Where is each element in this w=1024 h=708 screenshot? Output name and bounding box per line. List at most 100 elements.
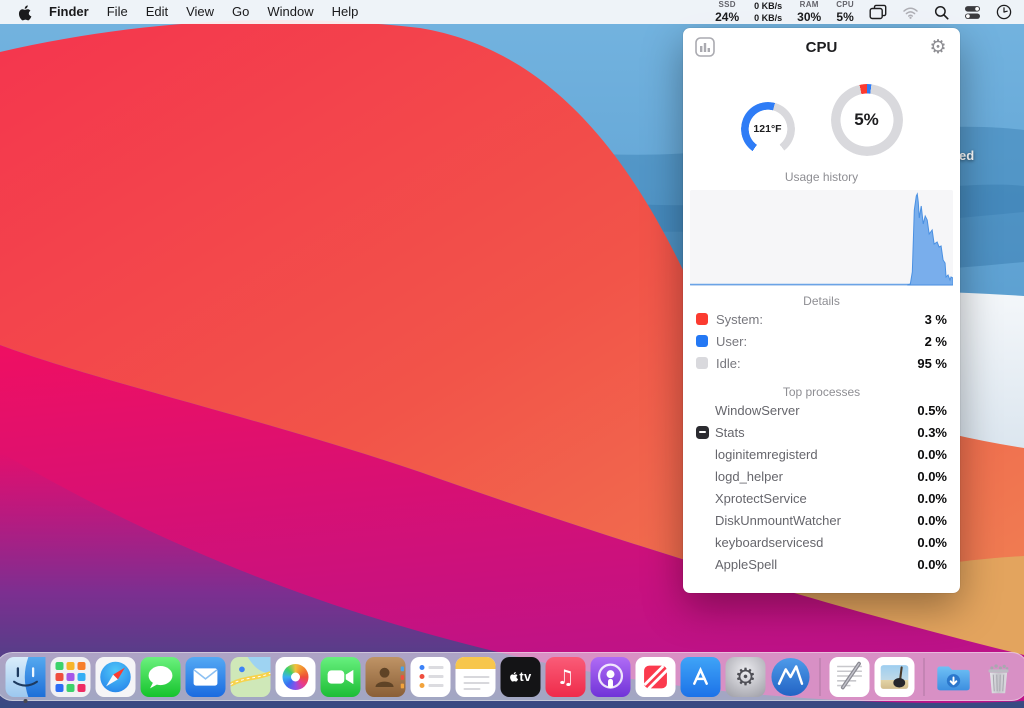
control-center-icon[interactable]	[964, 5, 981, 20]
menu-edit[interactable]: Edit	[137, 0, 177, 24]
dock-safari-icon[interactable]	[96, 657, 136, 697]
system-value: 3 %	[925, 312, 947, 327]
process-value: 0.0%	[917, 557, 947, 572]
process-name: Stats	[715, 425, 745, 440]
dock-maps-icon[interactable]	[231, 657, 271, 697]
ram-label: RAM	[800, 1, 819, 9]
process-row: keyboardservicesd 0.0%	[683, 531, 960, 553]
dock-music-icon[interactable]: ♫	[546, 657, 586, 697]
gauges-row: 121°F 5%	[683, 82, 960, 156]
cpu-value: 5%	[836, 11, 853, 23]
process-name: keyboardservicesd	[715, 535, 823, 550]
system-color-swatch	[696, 313, 708, 325]
user-color-swatch	[696, 335, 708, 347]
process-row: WindowServer 0.5%	[683, 399, 960, 421]
process-icon-slot	[696, 470, 709, 483]
process-value: 0.0%	[917, 491, 947, 506]
ram-value: 30%	[797, 11, 821, 23]
process-row: loginitemregisterd 0.0%	[683, 443, 960, 465]
process-value: 0.5%	[917, 403, 947, 418]
process-row: XprotectService 0.0%	[683, 487, 960, 509]
process-value: 0.3%	[917, 425, 947, 440]
stats-app-icon	[696, 426, 709, 439]
user-value: 2 %	[925, 334, 947, 349]
dock-launchpad-icon[interactable]	[51, 657, 91, 697]
windows-icon[interactable]	[869, 4, 887, 20]
menu-bar: Finder File Edit View Go Window Help SSD…	[0, 0, 1024, 24]
menubar-ram-widget[interactable]: RAM 30%	[797, 1, 821, 23]
chart-view-button[interactable]	[694, 36, 716, 58]
dock-divider	[820, 658, 821, 696]
dock-downloads-folder-icon[interactable]	[934, 657, 974, 697]
apple-menu-icon[interactable]	[18, 4, 32, 21]
system-label: System:	[716, 312, 763, 327]
network-up-value: 0 KB/s	[754, 1, 782, 12]
menubar-ssd-widget[interactable]: SSD 24%	[715, 1, 739, 23]
idle-color-swatch	[696, 357, 708, 369]
dock-photos-icon[interactable]	[276, 657, 316, 697]
dock-preview-icon[interactable]	[875, 657, 915, 697]
dock-mountain-chart-app-icon[interactable]	[771, 657, 811, 697]
details-label: Details	[683, 294, 960, 308]
process-value: 0.0%	[917, 447, 947, 462]
dock-textedit-icon[interactable]	[830, 657, 870, 697]
process-name: XprotectService	[715, 491, 807, 506]
process-row: DiskUnmountWatcher 0.0%	[683, 509, 960, 531]
idle-value: 95 %	[917, 356, 947, 371]
menu-finder[interactable]: Finder	[40, 0, 98, 24]
menu-help[interactable]: Help	[323, 0, 368, 24]
ssd-label: SSD	[718, 1, 735, 9]
top-processes-label: Top processes	[683, 385, 960, 399]
settings-gear-icon[interactable]: ⚙	[927, 36, 949, 58]
usage-history-label: Usage history	[683, 170, 960, 184]
dock-facetime-icon[interactable]	[321, 657, 361, 697]
detail-row-idle: Idle: 95 %	[683, 352, 960, 374]
process-value: 0.0%	[917, 513, 947, 528]
dock-reminders-icon[interactable]	[411, 657, 451, 697]
menu-go[interactable]: Go	[223, 0, 258, 24]
dock-finder-icon[interactable]	[6, 657, 46, 697]
wifi-icon[interactable]	[902, 6, 919, 19]
dock-mail-icon[interactable]	[186, 657, 226, 697]
dock-appstore-icon[interactable]	[681, 657, 721, 697]
panel-title: CPU	[683, 39, 960, 56]
idle-label: Idle:	[716, 356, 741, 371]
dock-messages-icon[interactable]	[141, 657, 181, 697]
dock-podcasts-icon[interactable]	[591, 657, 631, 697]
finder-running-indicator	[24, 699, 28, 703]
dock-notes-icon[interactable]	[456, 657, 496, 697]
usage-history-chart	[690, 190, 953, 286]
clock-icon[interactable]	[996, 4, 1012, 20]
process-value: 0.0%	[917, 469, 947, 484]
detail-row-system: System: 3 %	[683, 308, 960, 330]
detail-row-user: User: 2 %	[683, 330, 960, 352]
process-row: Stats 0.3%	[683, 421, 960, 443]
menubar-network-widget[interactable]: 0 KB/s 0 KB/s	[754, 1, 782, 24]
dock-tv-icon[interactable]: tv	[501, 657, 541, 697]
process-icon-slot	[696, 448, 709, 461]
process-icon-slot	[696, 536, 709, 549]
process-name: logd_helper	[715, 469, 783, 484]
panel-header: CPU ⚙	[683, 28, 960, 66]
dock-news-icon[interactable]	[636, 657, 676, 697]
menu-window[interactable]: Window	[258, 0, 322, 24]
dock-system-preferences-icon[interactable]: ⚙	[726, 657, 766, 697]
dock-divider	[924, 658, 925, 696]
menu-view[interactable]: View	[177, 0, 223, 24]
process-name: loginitemregisterd	[715, 447, 818, 462]
process-name: WindowServer	[715, 403, 800, 418]
dock-trash-icon[interactable]	[979, 657, 1019, 697]
process-icon-slot	[696, 404, 709, 417]
user-label: User:	[716, 334, 747, 349]
menu-file[interactable]: File	[98, 0, 137, 24]
dock: tv ♫ ⚙	[0, 652, 1024, 701]
network-down-value: 0 KB/s	[754, 13, 782, 24]
process-icon-slot	[696, 558, 709, 571]
process-row: AppleSpell 0.0%	[683, 553, 960, 575]
menubar-cpu-widget[interactable]: CPU 5%	[836, 1, 854, 23]
tv-label: tv	[519, 669, 531, 684]
process-name: DiskUnmountWatcher	[715, 513, 841, 528]
search-icon[interactable]	[934, 5, 949, 20]
desktop-icon-label-fragment[interactable]: ed	[959, 148, 974, 163]
dock-contacts-icon[interactable]	[366, 657, 406, 697]
